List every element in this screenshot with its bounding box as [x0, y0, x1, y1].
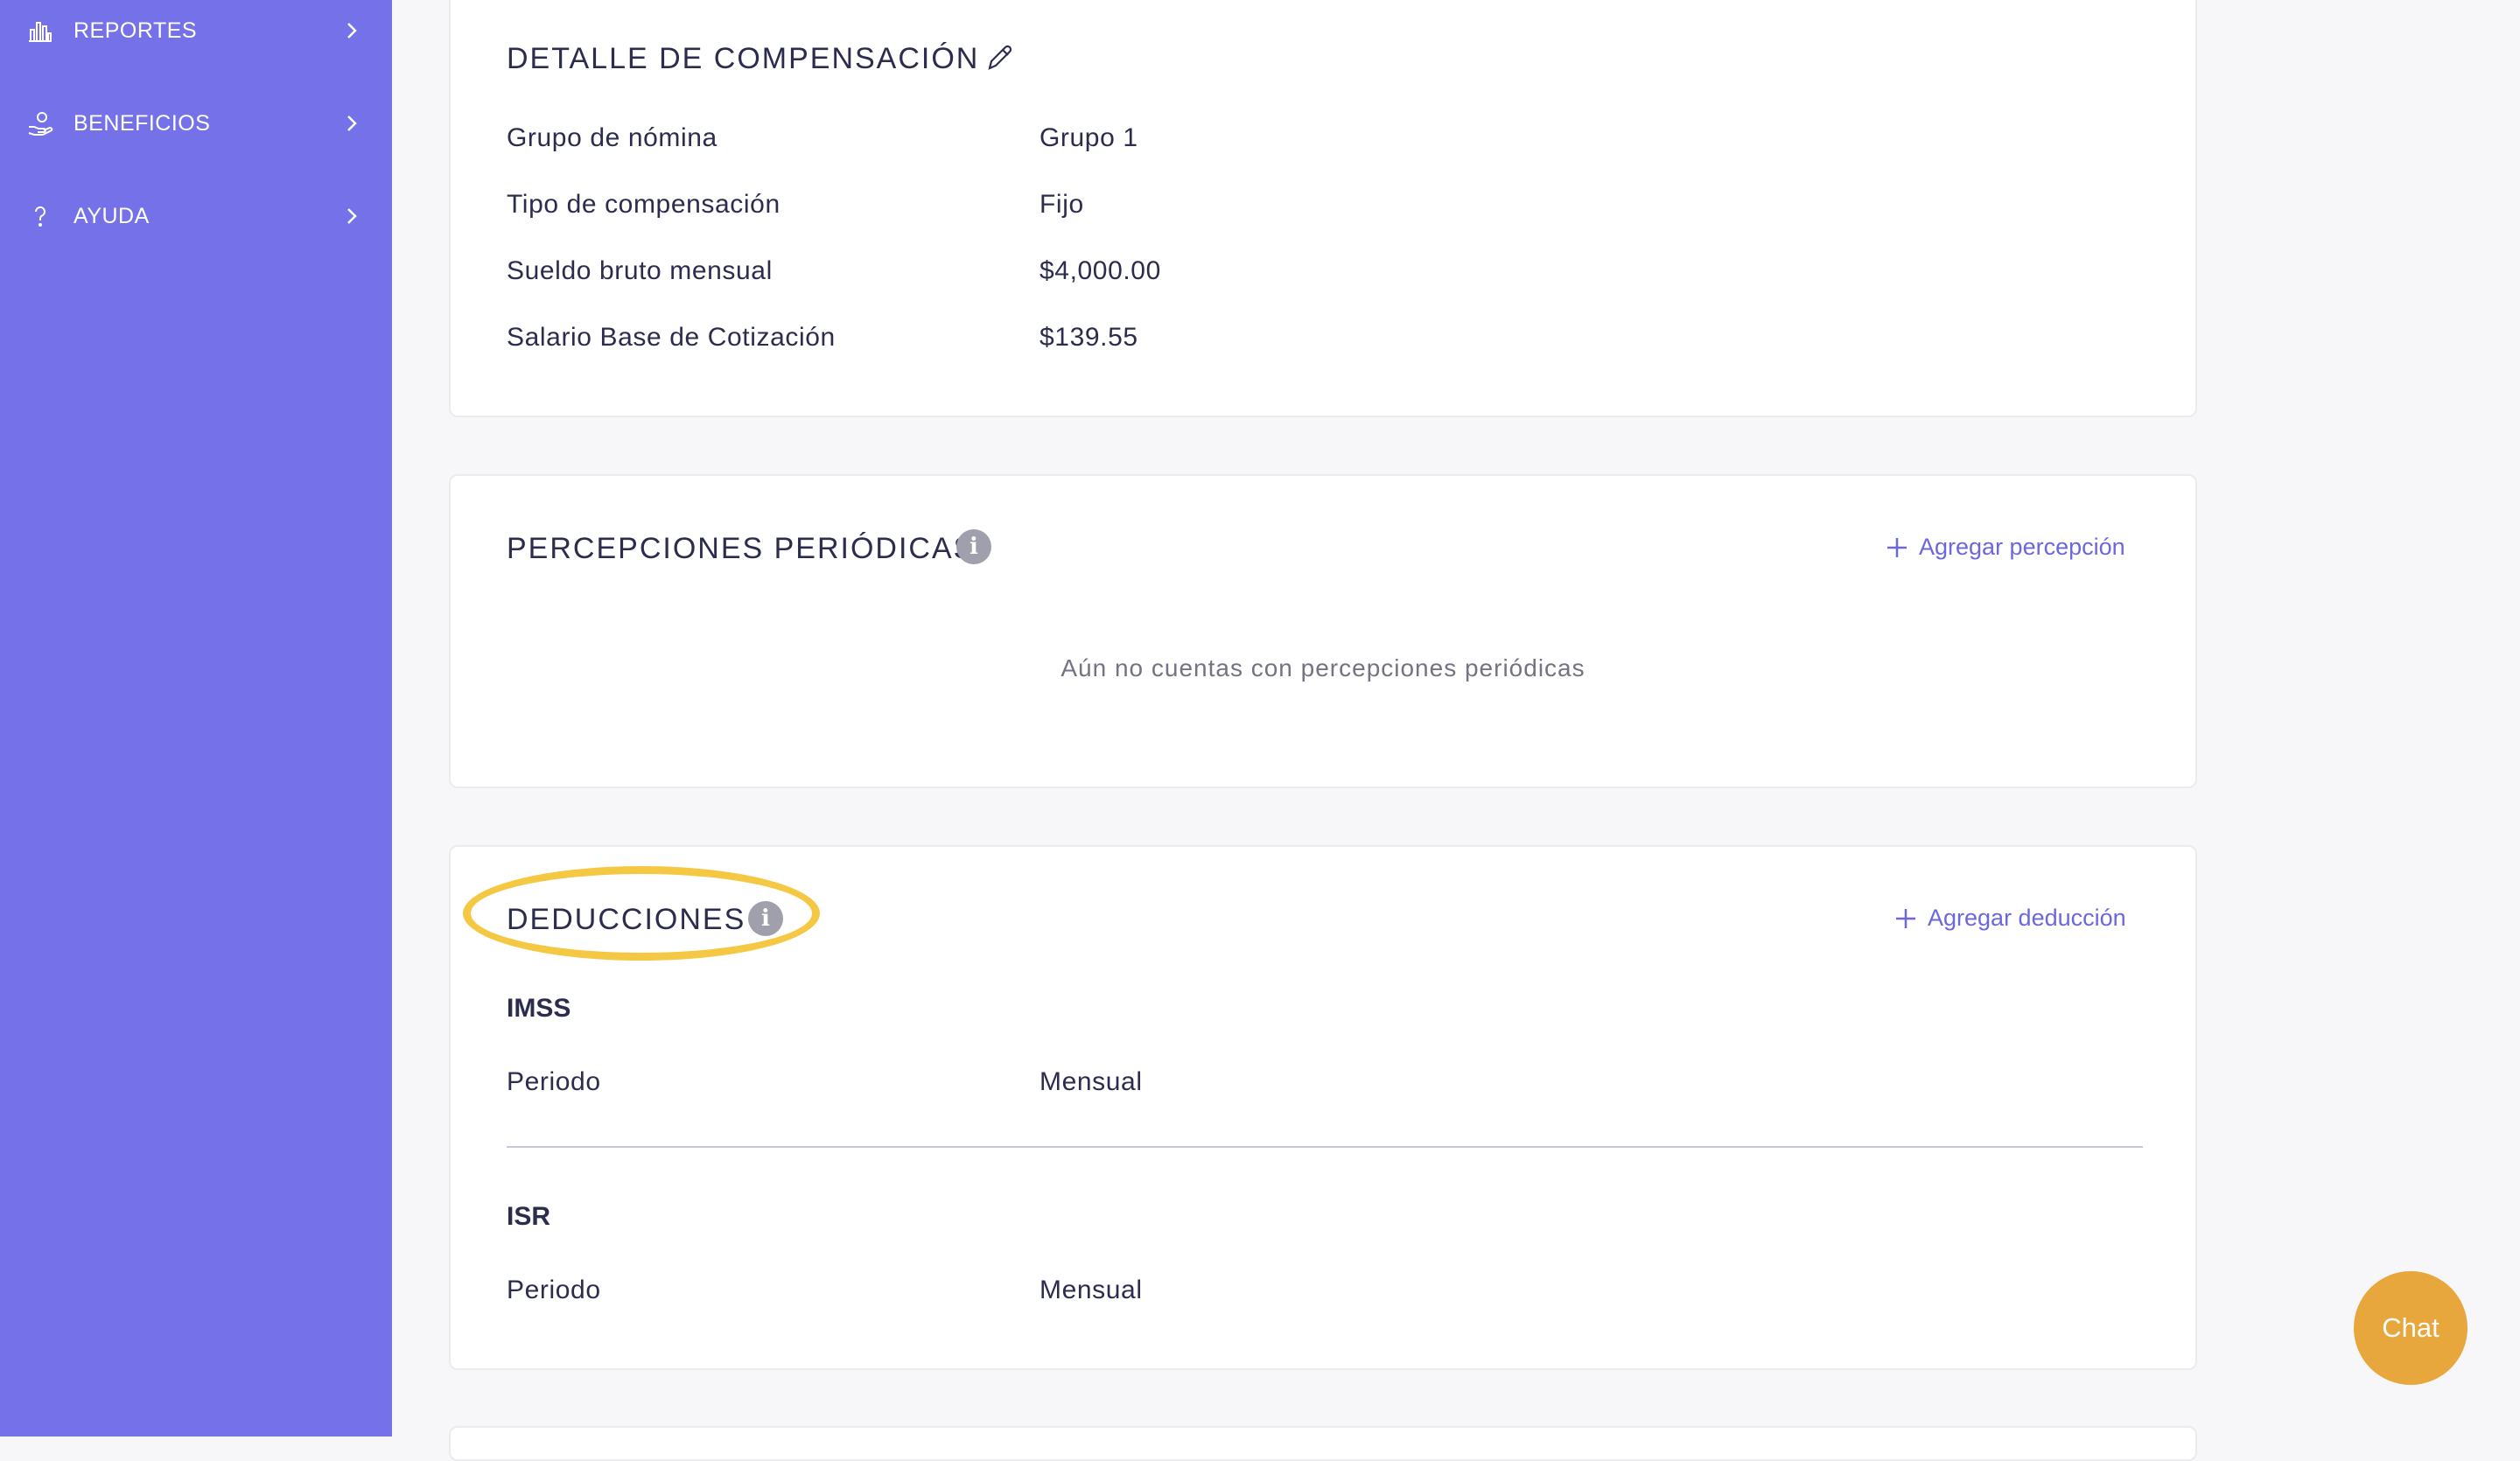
sidebar-item-ayuda[interactable]: AYUDA [0, 185, 392, 247]
row-label: Salario Base de Cotización [507, 323, 836, 352]
deduction-name: IMSS [507, 994, 571, 1023]
row-value: Mensual [1040, 1067, 1143, 1096]
sidebar-item-reportes[interactable]: REPORTES [0, 0, 392, 61]
row-label: Tipo de compensación [507, 190, 780, 219]
compensation-card: DETALLE DE COMPENSACIÓN Grupo de nómina … [449, 0, 2197, 417]
sidebar-item-label: REPORTES [74, 17, 198, 43]
question-icon [26, 202, 54, 230]
row-label: Sueldo bruto mensual [507, 256, 773, 285]
chevron-right-icon [341, 206, 362, 227]
next-card [449, 1426, 2197, 1461]
compensation-title: DETALLE DE COMPENSACIÓN [507, 42, 980, 75]
empty-state-message: Aún no cuentas con percepciones periódic… [1060, 654, 1586, 682]
plus-icon [1886, 536, 1908, 559]
row-value: Fijo [1040, 190, 1084, 219]
hand-benefit-icon [26, 109, 54, 137]
deduction-name: ISR [507, 1202, 551, 1231]
chat-button[interactable]: Chat [2354, 1271, 2468, 1385]
chat-label: Chat [2382, 1312, 2440, 1343]
sidebar-item-label: BENEFICIOS [74, 110, 211, 136]
perceptions-title: PERCEPCIONES PERIÓDICAS [507, 532, 976, 565]
pencil-edit-icon[interactable] [984, 42, 1016, 73]
plus-icon [1894, 907, 1917, 930]
add-perception-button[interactable]: Agregar percepción [1886, 534, 2125, 561]
row-value: Mensual [1040, 1276, 1143, 1304]
row-value: Grupo 1 [1040, 123, 1138, 152]
divider [507, 1146, 2143, 1148]
row-label: Periodo [507, 1276, 601, 1304]
info-icon[interactable]: i [956, 529, 991, 564]
row-label: Periodo [507, 1067, 601, 1096]
info-icon[interactable]: i [748, 901, 783, 936]
perceptions-card: PERCEPCIONES PERIÓDICAS i Agregar percep… [449, 474, 2197, 788]
bar-chart-icon [26, 17, 54, 45]
sidebar: REPORTES BENEFICIOS AYUDA [0, 0, 392, 1437]
chevron-right-icon [341, 113, 362, 134]
row-value: $4,000.00 [1040, 256, 1161, 285]
add-deduction-label: Agregar deducción [1928, 905, 2126, 931]
deductions-card: DEDUCCIONES i Agregar deducción IMSS Per… [449, 845, 2197, 1370]
sidebar-item-beneficios[interactable]: BENEFICIOS [0, 93, 392, 154]
sidebar-item-label: AYUDA [74, 203, 150, 228]
row-value: $139.55 [1040, 323, 1138, 352]
add-perception-label: Agregar percepción [1919, 534, 2125, 560]
chevron-right-icon [341, 20, 362, 41]
deductions-title: DEDUCCIONES [507, 903, 746, 936]
row-label: Grupo de nómina [507, 123, 718, 152]
add-deduction-button[interactable]: Agregar deducción [1894, 905, 2126, 932]
